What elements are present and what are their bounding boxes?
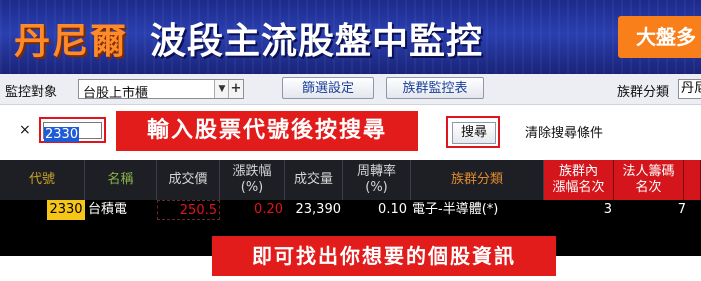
search-input-value: 2330 bbox=[44, 127, 80, 142]
app-banner: 丹尼爾 波段主流股盤中監控 大盤多 bbox=[0, 0, 701, 74]
cell-turnover: 0.10 bbox=[378, 202, 407, 217]
cell-price: 250.5 bbox=[157, 200, 220, 220]
col-group-rank-line1: 族群內 bbox=[558, 164, 598, 179]
search-input[interactable]: 2330 bbox=[43, 122, 102, 142]
plus-icon[interactable]: + bbox=[228, 80, 243, 98]
cell-name: 台積電 bbox=[88, 202, 128, 217]
col-inst-rank-line1: 法人籌碼 bbox=[622, 164, 675, 179]
cell-group: 電子-半導體(*) bbox=[412, 202, 499, 217]
cell-inst-rank: 7 bbox=[677, 202, 686, 217]
cell-group-rank: 3 bbox=[603, 202, 612, 217]
col-price[interactable]: 成交價 bbox=[157, 160, 220, 200]
group-class-select[interactable]: 丹尼 bbox=[678, 79, 701, 99]
col-change-pct-line1: 漲跌幅 bbox=[232, 164, 272, 179]
monitor-target-select[interactable]: 台股上市櫃 ▼ + bbox=[78, 79, 244, 101]
cell-code[interactable]: 2330 bbox=[47, 200, 85, 220]
col-group-rank[interactable]: 族群內 漲幅名次 bbox=[544, 160, 614, 200]
col-turnover-line1: 周轉率 bbox=[356, 164, 396, 179]
filter-settings-button[interactable]: 篩選設定 bbox=[282, 77, 374, 99]
col-turnover[interactable]: 周轉率 (%) bbox=[343, 160, 411, 200]
group-monitor-button[interactable]: 族群監控表 bbox=[386, 77, 484, 99]
search-button[interactable]: 搜尋 bbox=[452, 122, 496, 144]
close-icon[interactable]: × bbox=[19, 122, 31, 138]
col-group-rank-line2: 漲幅名次 bbox=[552, 180, 605, 195]
col-change-pct-line2: (%) bbox=[240, 180, 264, 195]
col-more[interactable] bbox=[684, 160, 701, 200]
col-volume[interactable]: 成交量 bbox=[285, 160, 343, 200]
col-turnover-line2: (%) bbox=[365, 180, 388, 195]
filter-toolbar: 監控對象 台股上市櫃 ▼ + 篩選設定 族群監控表 族群分類 丹尼 bbox=[0, 74, 701, 105]
table-row[interactable]: 2330 台積電 250.5 0.20 23,390 0.10 電子-半導體(*… bbox=[0, 200, 701, 220]
col-inst-rank[interactable]: 法人籌碼 名次 bbox=[614, 160, 684, 200]
col-inst-rank-line2: 名次 bbox=[635, 180, 662, 195]
instruction-callout: 輸入股票代號後按搜尋 bbox=[116, 111, 418, 151]
result-callout: 即可找出你想要的個股資訊 bbox=[212, 236, 556, 276]
monitor-target-value: 台股上市櫃 bbox=[83, 86, 149, 101]
app-title: 波段主流股盤中監控 bbox=[150, 21, 484, 62]
market-overview-button[interactable]: 大盤多 bbox=[618, 16, 701, 58]
monitor-target-label: 監控對象 bbox=[5, 85, 58, 100]
search-input-highlight: 2330 bbox=[39, 117, 106, 143]
col-change-pct[interactable]: 漲跌幅 (%) bbox=[220, 160, 285, 200]
search-button-highlight: 搜尋 bbox=[446, 116, 500, 148]
table-header: 代號 名稱 成交價 漲跌幅 (%) 成交量 周轉率 (%) 族群分類 族群內 漲… bbox=[0, 160, 701, 200]
cell-volume: 23,390 bbox=[295, 202, 342, 217]
chevron-down-icon[interactable]: ▼ bbox=[214, 80, 229, 98]
brand-logo: 丹尼爾 bbox=[14, 21, 129, 62]
group-class-label: 族群分類 bbox=[617, 85, 670, 100]
cell-change-pct: 0.20 bbox=[254, 202, 283, 217]
search-bar: × 2330 輸入股票代號後按搜尋 搜尋 清除搜尋條件 bbox=[0, 105, 701, 160]
clear-search-button[interactable]: 清除搜尋條件 bbox=[525, 122, 603, 141]
col-code[interactable]: 代號 bbox=[0, 160, 85, 200]
col-group[interactable]: 族群分類 bbox=[411, 160, 544, 200]
col-name[interactable]: 名稱 bbox=[85, 160, 157, 200]
